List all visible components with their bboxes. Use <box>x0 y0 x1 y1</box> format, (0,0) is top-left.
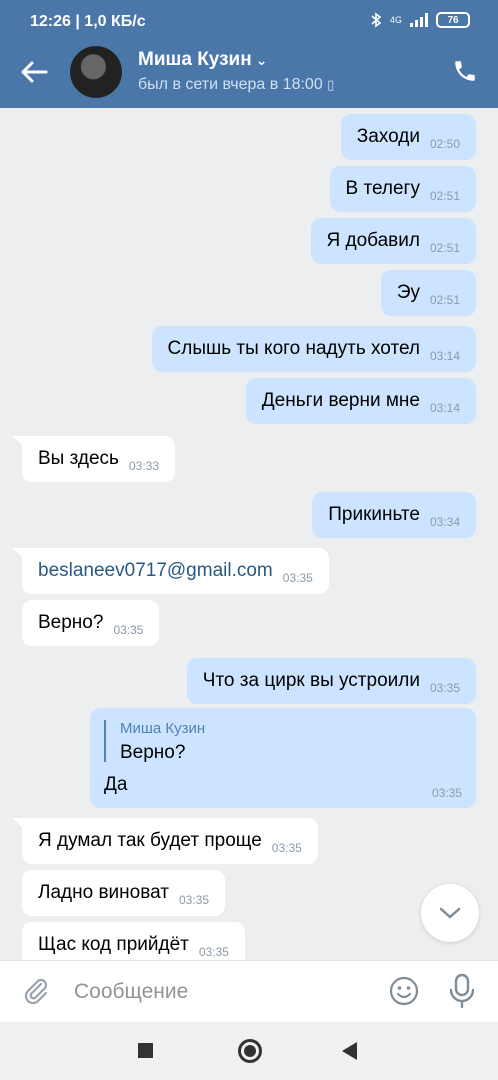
quote-bar <box>104 720 106 762</box>
message-incoming[interactable]: Верно? 03:35 <box>22 600 160 646</box>
last-seen-status: был в сети вчера в 18:00 ▯ <box>138 76 335 93</box>
quoted-author: Миша Кузин <box>120 720 206 737</box>
message-outgoing[interactable]: Заходи 02:50 <box>340 114 476 160</box>
status-bar: 12:26 | 1,0 КБ/с 4G 76 <box>0 0 498 44</box>
reply-text: Да <box>104 774 128 795</box>
phone-call-icon[interactable] <box>452 58 478 84</box>
battery-icon: 76 <box>436 12 470 28</box>
contact-name[interactable]: Миша Кузин ⌄ <box>138 49 267 71</box>
system-navigation-bar <box>0 1022 498 1080</box>
chevron-down-icon <box>439 907 461 919</box>
message-outgoing[interactable]: Что за цирк вы устроили 03:35 <box>186 658 476 704</box>
paperclip-icon[interactable] <box>20 975 52 1007</box>
chevron-down-icon: ⌄ <box>255 52 268 68</box>
back-arrow-icon[interactable] <box>18 58 50 86</box>
message-outgoing-reply[interactable]: Миша Кузин Верно? Да 03:35 <box>90 708 476 808</box>
message-outgoing[interactable]: Эу 02:51 <box>380 270 476 316</box>
message-composer: Сообщение <box>0 960 498 1022</box>
message-incoming-link[interactable]: beslaneev0717@gmail.com 03:35 <box>22 548 329 594</box>
system-back-icon[interactable] <box>342 1042 357 1060</box>
recent-apps-icon[interactable] <box>138 1043 153 1058</box>
microphone-icon[interactable] <box>448 973 476 1009</box>
message-outgoing[interactable]: Я добавил 02:51 <box>310 218 476 264</box>
message-incoming[interactable]: Вы здесь 03:33 <box>22 436 175 482</box>
message-incoming[interactable]: Я думал так будет проще 03:35 <box>22 818 318 864</box>
home-icon[interactable] <box>238 1039 262 1063</box>
status-icons: 4G 76 <box>370 12 470 28</box>
message-outgoing[interactable]: Деньги верни мне 03:14 <box>245 378 476 424</box>
avatar[interactable] <box>70 46 122 98</box>
message-outgoing[interactable]: В телегу 02:51 <box>329 166 476 212</box>
message-incoming[interactable]: Ладно виноват 03:35 <box>22 870 225 916</box>
message-input[interactable]: Сообщение <box>74 980 188 1004</box>
message-outgoing[interactable]: Прикиньте 03:34 <box>312 492 476 538</box>
emoji-icon[interactable] <box>388 975 420 1007</box>
status-time: 12:26 | 1,0 КБ/с <box>30 13 146 30</box>
phone-device-icon: ▯ <box>327 77 335 92</box>
message-incoming[interactable]: Щас код прийдёт 03:35 <box>22 922 245 960</box>
signal-icon <box>410 13 428 27</box>
message-list[interactable]: Заходи 02:50 В телегу 02:51 Я добавил 02:51… <box>0 108 498 960</box>
header-bar: 12:26 | 1,0 КБ/с 4G 76 Миша Кузин ⌄ был в… <box>0 0 498 108</box>
scroll-down-button[interactable] <box>421 884 479 942</box>
quoted-text: Верно? <box>120 742 186 763</box>
message-time: 03:35 <box>431 786 462 800</box>
message-outgoing[interactable]: Слышь ты кого надуть хотел 03:14 <box>151 326 476 372</box>
bluetooth-icon <box>371 12 382 28</box>
network-label: 4G <box>389 15 402 25</box>
